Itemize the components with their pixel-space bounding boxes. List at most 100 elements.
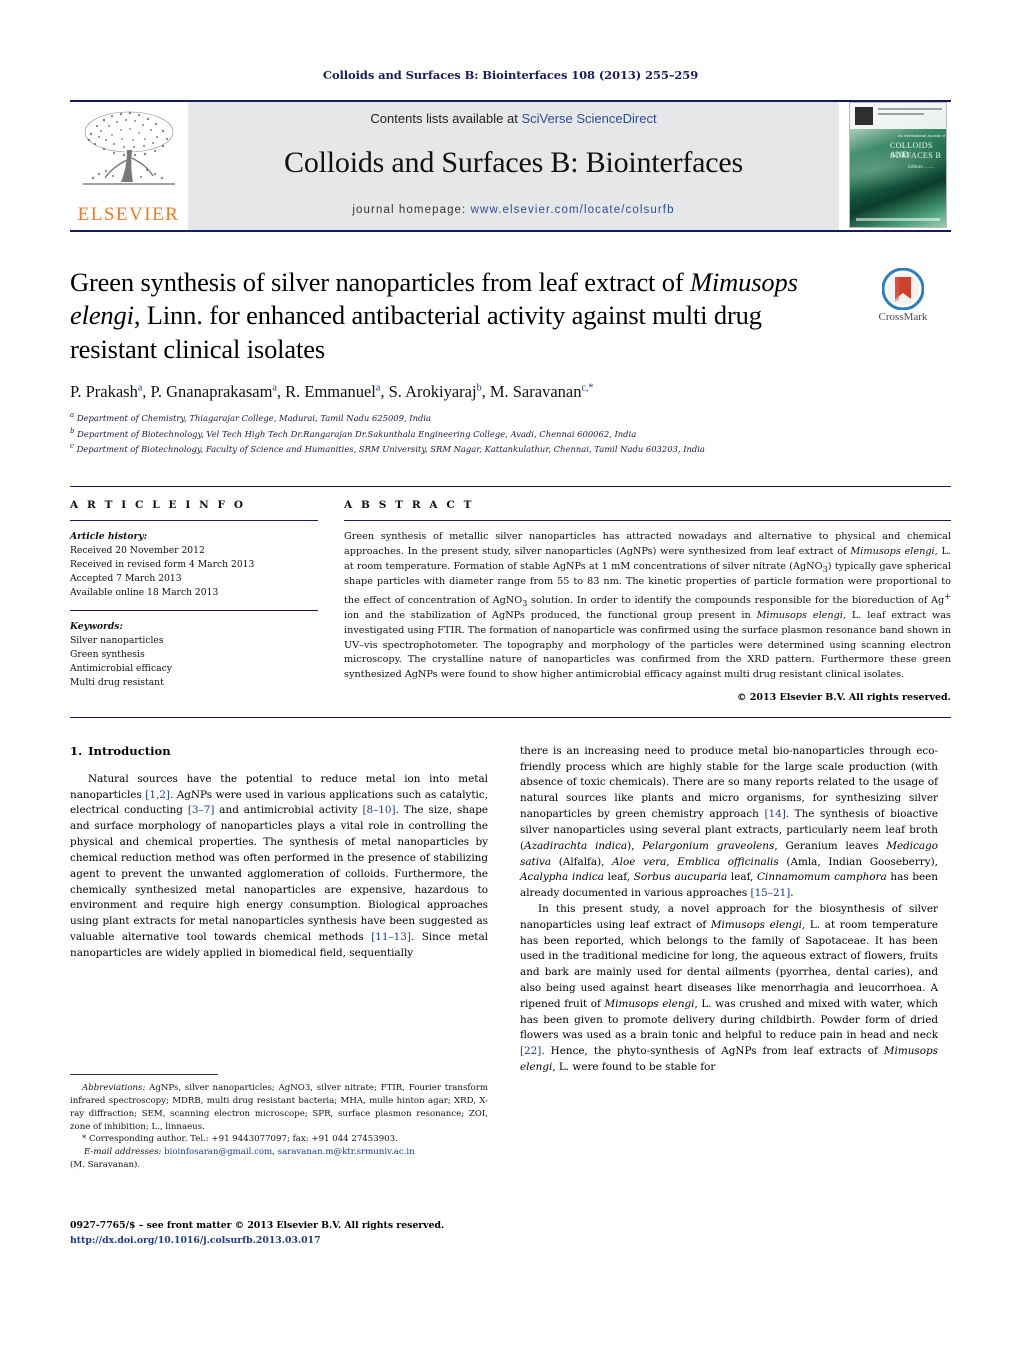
title-segment-2: , Linn. for enhanced antibacterial activ…: [133, 300, 762, 331]
elsevier-wordmark: ELSEVIER: [77, 204, 180, 225]
author-affiliation-marker: a: [375, 382, 381, 394]
affiliation-text: Department of Chemistry, Thiagarajar Col…: [76, 412, 432, 423]
abbreviations-label: Abbreviations:: [82, 1082, 146, 1093]
species-name: Azadirachta indica: [524, 839, 628, 852]
citation-ref[interactable]: [22]: [520, 1045, 541, 1057]
intro-r2-seg-2: , L. at room temperature has been report…: [520, 918, 939, 1010]
article-history-label: Article history:: [70, 531, 148, 543]
article-info-heading: A R T I C L E I N F O: [70, 499, 246, 512]
history-item: Available online 18 March 2013: [70, 587, 219, 599]
author-affiliation-marker: a: [137, 382, 143, 394]
abstract-seg-5: ion and the stabilization of AgNPs produ…: [344, 610, 757, 622]
crossmark-badge[interactable]: CrossMark: [855, 268, 951, 323]
journal-title: Colloids and Surfaces B: Biointerfaces: [284, 146, 743, 179]
author-name: P. Gnanaprakasam: [150, 382, 273, 402]
email-link-2[interactable]: saravanan.m@ktr.srmuniv.ac.in: [278, 1147, 415, 1157]
running-head: Colloids and Surfaces B: Biointerfaces 1…: [322, 68, 699, 82]
keyword-item: Multi drug resistant: [70, 677, 164, 689]
elsevier-logo: ELSEVIER: [70, 102, 188, 230]
corresponding-author-footnote: * Corresponding author. Tel.: +91 944307…: [70, 1133, 488, 1146]
footnote-rule: [70, 1073, 218, 1075]
contents-prefix: Contents lists available at: [370, 111, 522, 126]
keyword-item: Antimicrobial efficacy: [70, 663, 172, 675]
crossmark-label: CrossMark: [878, 311, 928, 323]
keywords-block: Keywords: Silver nanoparticles Green syn…: [70, 620, 318, 690]
intro-r-seg-3: ),: [627, 839, 643, 852]
history-item: Received 20 November 2012: [70, 545, 205, 557]
author-list: P. Prakasha, P. Gnanaprakasama, R. Emman…: [70, 382, 594, 402]
intro-seg-3: and antimicrobial activity: [214, 804, 363, 817]
intro-r-seg-9: leaf,: [727, 871, 758, 884]
sciencedirect-link[interactable]: SciVerse ScienceDirect: [521, 111, 656, 126]
email-owner: (M. Saravanan).: [70, 1160, 141, 1171]
cover-text-rule-1: [878, 108, 942, 110]
body-left-column: 1. Introduction Natural sources have the …: [70, 744, 488, 1174]
citation-ref[interactable]: [8–10]: [362, 804, 395, 816]
cover-text-rule-2: [878, 113, 924, 115]
intro-r2-seg-4: . Hence, the phyto-synthesis of AgNPs fr…: [541, 1045, 884, 1058]
journal-masthead: ELSEVIER Contents lists available at Sci…: [70, 100, 951, 230]
author-item: M. Saravananc,*: [490, 382, 594, 401]
article-history-block: Article history: Received 20 November 20…: [70, 530, 318, 600]
cover-bottom-bar: [856, 218, 940, 221]
title-italic-genus: Mimusops: [690, 267, 798, 297]
affiliation-text: Department of Biotechnology, Faculty of …: [76, 443, 705, 454]
affiliation-item: b Department of Biotechnology, Vel Tech …: [70, 426, 951, 441]
intro-r-seg-5: (Alfalfa),: [551, 855, 613, 868]
history-item: Received in revised form 4 March 2013: [70, 559, 255, 571]
masthead-center: Contents lists available at SciVerse Sci…: [188, 102, 839, 230]
section-number: 1.: [70, 743, 83, 758]
doi-link[interactable]: http://dx.doi.org/10.1016/j.colsurfb.201…: [70, 1233, 500, 1248]
intro-paragraph-right-1: there is an increasing need to produce m…: [520, 744, 938, 902]
author-affiliation-marker-corresponding: c,*: [581, 382, 594, 394]
author-item: R. Emmanuela: [285, 382, 380, 401]
affiliation-item: c Department of Biotechnology, Faculty o…: [70, 441, 951, 456]
journal-cover-thumbnail: An International Journal of COLLOIDS AND…: [845, 102, 951, 230]
abstract-column: A B S T R A C T Green synthesis of metal…: [344, 499, 951, 703]
abstract-seg-4: solution. In order to identify the compo…: [527, 594, 945, 606]
masthead-bottom-rule: [70, 230, 951, 232]
citation-ref[interactable]: [1,2]: [145, 789, 170, 801]
citation-ref[interactable]: [11–13]: [371, 931, 411, 943]
intro-r-seg-11: .: [790, 887, 794, 900]
footnote-block: Abbreviations: AgNPs, silver nanoparticl…: [70, 1073, 488, 1172]
citation-ref[interactable]: [15–21]: [751, 887, 791, 899]
affiliation-marker: a: [70, 411, 75, 420]
title-segment-3: resistant clinical isolates: [70, 333, 325, 364]
author-item: P. Prakasha: [70, 382, 142, 401]
affiliation-list: a Department of Chemistry, Thiagarajar C…: [70, 410, 951, 456]
author-item: P. Gnanaprakasama: [151, 382, 277, 401]
intro-r-seg-7: (Amla, Indian Gooseberry),: [778, 855, 938, 868]
section-heading-introduction: 1. Introduction: [70, 744, 488, 758]
intro-seg-4: . The size, shape and surface morphology…: [70, 804, 488, 943]
author-affiliation-marker: a: [272, 382, 277, 394]
abstract-species-1: Mimusops elengi: [850, 546, 935, 558]
email-label: E-mail addresses:: [84, 1147, 162, 1158]
species-name: Pelargonium graveolens: [642, 839, 775, 852]
issn-copyright-line: 0927-7765/$ – see front matter © 2013 El…: [70, 1220, 445, 1231]
body-right-column: there is an increasing need to produce m…: [520, 744, 938, 1174]
abstract-species-2: Mimusops elengi: [756, 610, 843, 622]
cover-title-line2: SURFACES B: [890, 151, 942, 160]
elsevier-tree-icon: [82, 111, 175, 185]
species-name: Sorbus aucuparia: [633, 871, 728, 884]
crossmark-icon: [882, 268, 924, 310]
article-page: Colloids and Surfaces B: Biointerfaces 1…: [0, 0, 1021, 1351]
citation-ref[interactable]: [3–7]: [188, 804, 215, 816]
author-item: S. Arokiyarajb: [389, 382, 482, 401]
affiliation-marker: c: [70, 441, 74, 450]
abstract-text: Green synthesis of metallic silver nanop…: [344, 530, 951, 683]
section-title: Introduction: [88, 743, 171, 758]
author-affiliation-marker: b: [476, 382, 482, 394]
cover-superline: An International Journal of: [898, 133, 945, 138]
author-name: R. Emmanuel: [285, 382, 376, 402]
journal-homepage-line: journal homepage: www.elsevier.com/locat…: [352, 204, 674, 216]
intro-r-seg-8: leaf,: [603, 871, 634, 884]
abbreviations-footnote: Abbreviations: AgNPs, silver nanoparticl…: [70, 1082, 488, 1134]
affiliation-item: a Department of Chemistry, Thiagarajar C…: [70, 410, 951, 425]
email-link-1[interactable]: bioinfosaran@gmail.com: [164, 1147, 272, 1157]
citation-ref[interactable]: [14]: [764, 808, 785, 820]
journal-homepage-link[interactable]: www.elsevier.com/locate/colsurfb: [471, 204, 675, 216]
cover-editor-line: Editors: ... ...: [908, 165, 934, 170]
